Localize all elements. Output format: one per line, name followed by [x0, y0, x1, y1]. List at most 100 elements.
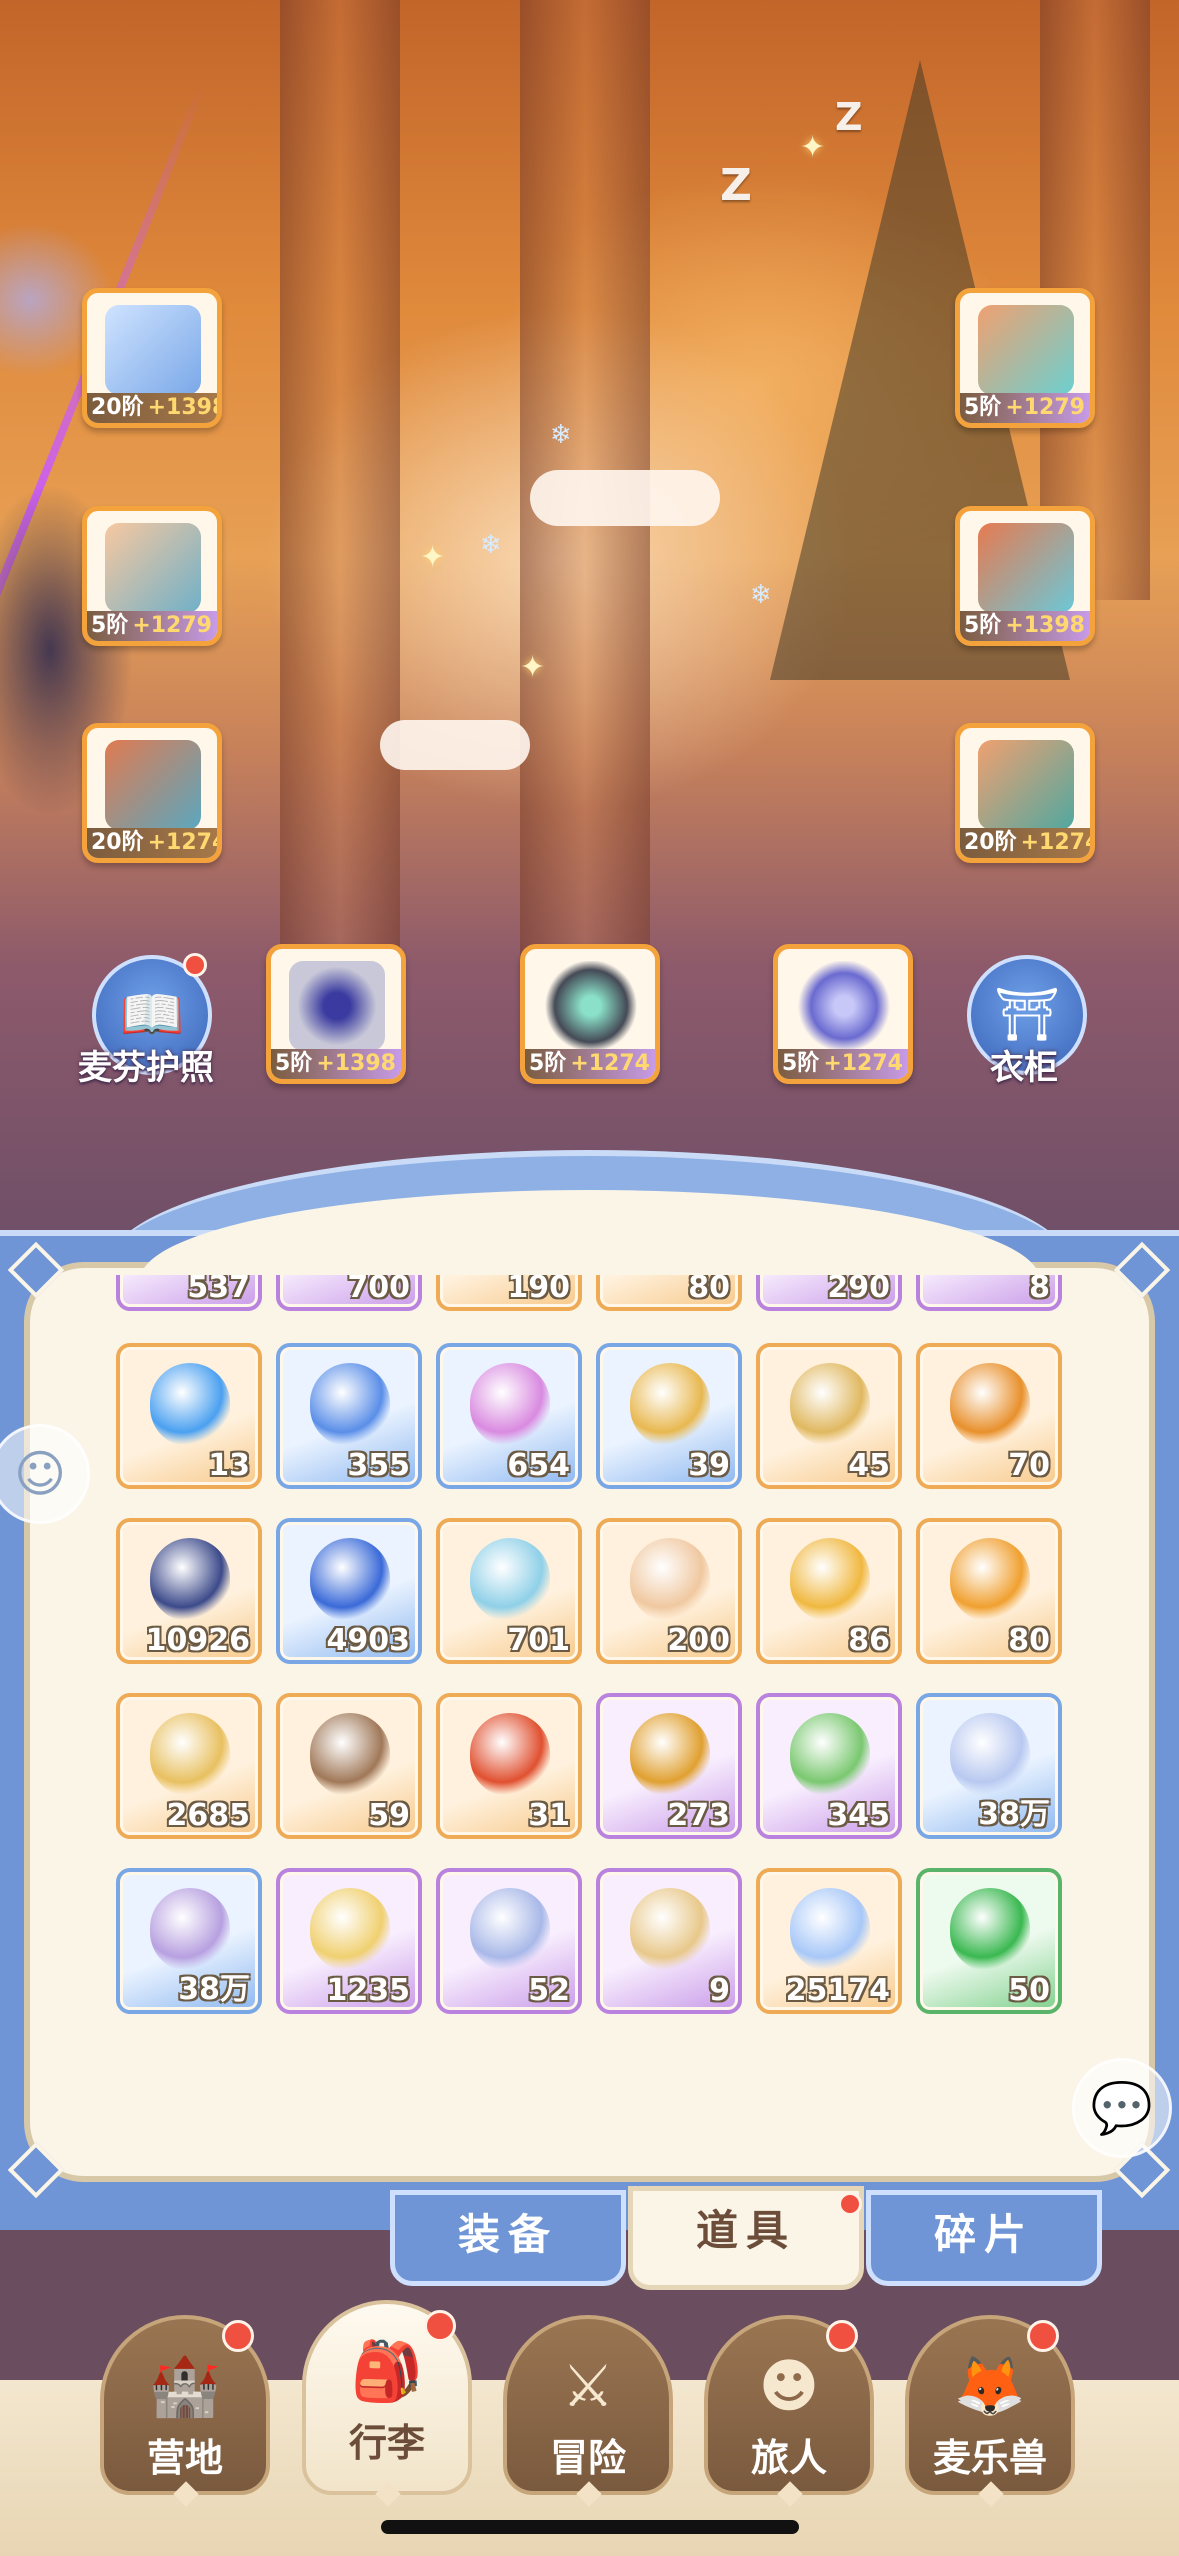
inventory-item[interactable]: 700	[276, 1275, 422, 1311]
inventory-item[interactable]: 80	[916, 1518, 1062, 1664]
fox-pet-icon: 🦊	[953, 2352, 1027, 2420]
paint-jar-icon	[790, 1538, 870, 1622]
inventory-item[interactable]: 25174	[756, 1868, 902, 2014]
inventory-item[interactable]: 4903	[276, 1518, 422, 1664]
bonus-label: +1279	[132, 613, 212, 638]
inventory-item[interactable]: 9	[596, 1868, 742, 2014]
bonus-label: +1398	[147, 395, 222, 420]
gauntlet-icon	[978, 523, 1074, 613]
cookie-plate-icon	[310, 1888, 390, 1972]
passport-label: 麦芬护照	[78, 1048, 214, 1088]
inventory-item[interactable]: 45	[756, 1343, 902, 1489]
inventory-item[interactable]: 190	[436, 1275, 582, 1311]
equipment-slot-armor[interactable]: 5阶 +1279	[82, 506, 222, 646]
inventory-item[interactable]: 8	[916, 1275, 1062, 1311]
item-count: 50	[1008, 1973, 1050, 2008]
wardrobe-label: 衣柜	[990, 1048, 1058, 1088]
boots-icon	[978, 740, 1074, 830]
equipment-slot-amulet[interactable]: 5阶 +1274	[773, 944, 913, 1084]
green-gem-icon	[950, 1888, 1030, 1972]
crystal-dust-icon	[950, 1713, 1030, 1797]
inventory-item[interactable]: 86	[756, 1518, 902, 1664]
equipment-slot-ring[interactable]: 5阶 +1398	[266, 944, 406, 1084]
equipment-slot-helmet[interactable]: 5阶 +1279	[955, 288, 1095, 428]
item-count: 80	[688, 1275, 730, 1305]
inventory-item[interactable]: 290	[756, 1275, 902, 1311]
pet-face-icon: ☺	[13, 1445, 67, 1503]
chat-button[interactable]: 💬	[1072, 2058, 1172, 2158]
blue-crystal-icon	[310, 1538, 390, 1622]
inventory-item[interactable]: 537	[116, 1275, 262, 1311]
item-count: 31	[528, 1798, 570, 1833]
item-count: 2685	[166, 1798, 251, 1833]
item-count: 38万	[978, 1797, 1050, 1832]
nav-item-2[interactable]: ⚔ 冒险	[503, 2315, 673, 2507]
seed-sack-icon	[310, 1713, 390, 1797]
notification-badge	[1027, 2320, 1059, 2352]
item-count: 4903	[326, 1623, 411, 1658]
bonus-label: +1398	[1005, 613, 1085, 638]
tab-fragments[interactable]: 碎片	[866, 2190, 1102, 2286]
equipment-slot-gauntlet[interactable]: 5阶 +1398	[955, 506, 1095, 646]
home-indicator[interactable]	[381, 2520, 799, 2534]
inventory-item[interactable]: 38万	[916, 1693, 1062, 1839]
inventory-item[interactable]: 1235	[276, 1868, 422, 2014]
castle-icon: 🏰	[148, 2352, 222, 2420]
item-count: 70	[1008, 1448, 1050, 1483]
equipment-slot-necklace[interactable]: 5阶 +1274	[520, 944, 660, 1084]
item-count: 38万	[178, 1972, 250, 2007]
equipment-slot-weapon[interactable]: 20阶 +1398	[82, 288, 222, 428]
inventory-item[interactable]: 31	[436, 1693, 582, 1839]
item-count: 537	[187, 1275, 250, 1305]
inventory-item[interactable]: 345	[756, 1693, 902, 1839]
necklace-icon	[543, 961, 639, 1051]
item-count: 355	[347, 1448, 410, 1483]
background-pillar	[280, 0, 400, 1000]
sleep-z-icon: Z	[835, 95, 863, 139]
inventory-item[interactable]: 59	[276, 1693, 422, 1839]
inventory-grid[interactable]: 537 700 190 80 290 8 13 355 654 39 45 70 10926…	[108, 1275, 1073, 2035]
bonus-label: +1279	[1005, 395, 1085, 420]
pink-ticket-icon	[470, 1363, 550, 1447]
helmet-icon	[978, 305, 1074, 395]
tab-items[interactable]: 道具	[628, 2186, 864, 2290]
tab-equipment[interactable]: 装备	[390, 2190, 626, 2286]
blue-potion-icon	[150, 1363, 230, 1447]
item-count: 345	[827, 1798, 890, 1833]
equipment-slot-boots[interactable]: 20阶 +1274	[955, 723, 1095, 863]
equipment-slot-belt[interactable]: 20阶 +1274	[82, 723, 222, 863]
rainbow-tube-icon	[630, 1538, 710, 1622]
inventory-item[interactable]: 355	[276, 1343, 422, 1489]
jingle-bell-icon	[150, 1713, 230, 1797]
item-count: 45	[848, 1448, 890, 1483]
inventory-item[interactable]: 701	[436, 1518, 582, 1664]
inventory-item[interactable]: 70	[916, 1343, 1062, 1489]
inventory-item[interactable]: 13	[116, 1343, 262, 1489]
inventory-item[interactable]: 80	[596, 1275, 742, 1311]
traveler-avatar-icon: ☻	[758, 2352, 820, 2420]
inventory-item[interactable]: 38万	[116, 1868, 262, 2014]
ice-crystal-icon	[470, 1538, 550, 1622]
inventory-item[interactable]: 50	[916, 1868, 1062, 2014]
rune-orb-icon	[150, 1538, 230, 1622]
item-count: 13	[208, 1448, 250, 1483]
inventory-item[interactable]: 654	[436, 1343, 582, 1489]
bonus-label: +1398	[316, 1051, 396, 1076]
cloud	[530, 470, 720, 526]
inventory-item[interactable]: 52	[436, 1868, 582, 2014]
snowflake-icon: ❄	[550, 420, 572, 450]
item-count: 654	[507, 1448, 570, 1483]
gold-ticket-icon	[630, 1363, 710, 1447]
inventory-item[interactable]: 200	[596, 1518, 742, 1664]
inventory-item[interactable]: 10926	[116, 1518, 262, 1664]
inventory-item[interactable]: 273	[596, 1693, 742, 1839]
inventory-item[interactable]: 39	[596, 1343, 742, 1489]
sword-icon	[105, 305, 201, 395]
tier-label: 5阶	[964, 613, 1002, 638]
item-count: 1235	[326, 1973, 411, 2008]
nav-label: 麦乐兽	[932, 2436, 1047, 2480]
inventory-item[interactable]: 2685	[116, 1693, 262, 1839]
amulet-icon	[796, 961, 892, 1051]
passport-book-icon: 📖	[119, 985, 185, 1045]
notification-badge	[826, 2320, 858, 2352]
